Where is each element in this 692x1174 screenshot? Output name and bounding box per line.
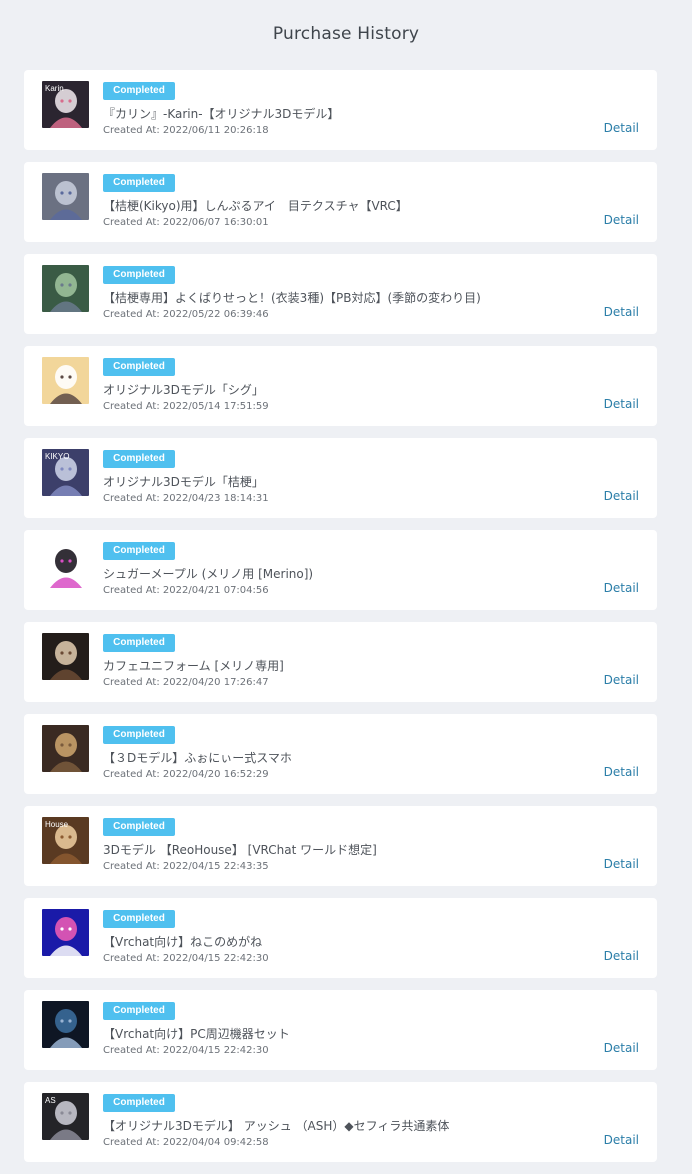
item-title: 【Vrchat向け】ねこのめがね [103, 935, 263, 949]
status-badge: Completed [103, 82, 175, 100]
item-title: 【オリジナル3Dモデル】 アッシュ （ASH）◆セフィラ共通素体 [103, 1119, 450, 1133]
status-badge: Completed [103, 1094, 175, 1112]
item-title: オリジナル3Dモデル「桔梗」 [103, 475, 264, 489]
purchase-card: Karin Completed 『カリン』-Karin-【オリジナル3Dモデル】 Cr… [24, 70, 657, 150]
created-at: Created At: 2022/04/04 09:42:58 [103, 1137, 269, 1148]
detail-link[interactable]: Detail [604, 580, 639, 596]
status-badge: Completed [103, 1002, 175, 1020]
created-at: Created At: 2022/05/22 06:39:46 [103, 309, 269, 320]
created-at: Created At: 2022/04/23 18:14:31 [103, 493, 269, 504]
created-at: Created At: 2022/06/11 20:26:18 [103, 125, 269, 136]
purchase-card: AS Completed 【オリジナル3Dモデル】 アッシュ （ASH）◆セフィラ共… [24, 1082, 657, 1162]
sugar-maple-thumbnail[interactable] [42, 541, 89, 588]
purchase-card: Completed オリジナル3Dモデル「シグ」 Created At: 2022/… [24, 346, 657, 426]
purchase-card: Completed 【桔梗(Kikyo)用】しんぷるアイ 目テクスチャ【VRC】 C… [24, 162, 657, 242]
status-badge: Completed [103, 266, 175, 284]
item-title: 『カリン』-Karin-【オリジナル3Dモデル】 [103, 107, 340, 121]
item-title: 【３Dモデル】ふぉにぃー式スマホ [103, 751, 292, 765]
status-badge: Completed [103, 910, 175, 928]
created-at: Created At: 2022/04/20 17:26:47 [103, 677, 269, 688]
purchase-card: Completed カフェユニフォーム [メリノ専用] Created At: 20… [24, 622, 657, 702]
detail-link[interactable]: Detail [604, 488, 639, 504]
thumbnail-caption: KIKYO [45, 452, 69, 461]
created-at: Created At: 2022/04/15 22:43:35 [103, 861, 269, 872]
status-badge: Completed [103, 818, 175, 836]
created-at: Created At: 2022/04/20 16:52:29 [103, 769, 269, 780]
created-at: Created At: 2022/05/14 17:51:59 [103, 401, 269, 412]
item-title: カフェユニフォーム [メリノ専用] [103, 659, 284, 673]
status-badge: Completed [103, 174, 175, 192]
created-at: Created At: 2022/06/07 16:30:01 [103, 217, 269, 228]
page-title: Purchase History [272, 24, 420, 44]
status-badge: Completed [103, 726, 175, 744]
detail-link[interactable]: Detail [604, 948, 639, 964]
status-badge: Completed [103, 450, 175, 468]
detail-link[interactable]: Detail [604, 120, 639, 136]
detail-link[interactable]: Detail [604, 1040, 639, 1056]
created-at: Created At: 2022/04/15 22:42:30 [103, 953, 269, 964]
purchase-card: Completed 【桔梗専用】よくばりせっと！(衣装3種)【PB対応】(季節の変… [24, 254, 657, 334]
status-badge: Completed [103, 542, 175, 560]
thumbnail-caption: AS [45, 1096, 56, 1105]
purchase-card: House Completed 3Dモデル 【ReoHouse】 [VRChat ワ… [24, 806, 657, 886]
sig-model-thumbnail[interactable] [42, 357, 89, 404]
purchase-list: Karin Completed 『カリン』-Karin-【オリジナル3Dモデル】 Cr… [24, 70, 657, 1174]
cafe-uniform-thumbnail[interactable] [42, 633, 89, 680]
detail-link[interactable]: Detail [604, 856, 639, 872]
thumbnail-caption: Karin [45, 84, 64, 93]
item-title: 【Vrchat向け】PC周辺機器セット [103, 1027, 290, 1041]
detail-link[interactable]: Detail [604, 212, 639, 228]
item-title: 【桔梗専用】よくばりせっと！(衣装3種)【PB対応】(季節の変わり目) [103, 291, 481, 305]
created-at: Created At: 2022/04/21 07:04:56 [103, 585, 269, 596]
item-title: 3Dモデル 【ReoHouse】 [VRChat ワールド想定] [103, 843, 377, 857]
detail-link[interactable]: Detail [604, 396, 639, 412]
outfit-set-thumbnail[interactable] [42, 265, 89, 312]
purchase-card: Completed シュガーメープル (メリノ用 [Merino]) Created… [24, 530, 657, 610]
item-title: オリジナル3Dモデル「シグ」 [103, 383, 264, 397]
detail-link[interactable]: Detail [604, 764, 639, 780]
pc-peripherals-thumbnail[interactable] [42, 1001, 89, 1048]
purchase-card: Completed 【Vrchat向け】PC周辺機器セット Created At: … [24, 990, 657, 1070]
smartphone-thumbnail[interactable] [42, 725, 89, 772]
purchase-card: Completed 【３Dモデル】ふぉにぃー式スマホ Created At: 202… [24, 714, 657, 794]
status-badge: Completed [103, 358, 175, 376]
reohouse-thumbnail[interactable]: House [42, 817, 89, 864]
purchase-card: Completed 【Vrchat向け】ねこのめがね Created At: 202… [24, 898, 657, 978]
item-title: 【桔梗(Kikyo)用】しんぷるアイ 目テクスチャ【VRC】 [103, 199, 408, 213]
cat-glasses-thumbnail[interactable] [42, 909, 89, 956]
ash-model-thumbnail[interactable]: AS [42, 1093, 89, 1140]
thumbnail-caption: House [45, 820, 69, 829]
status-badge: Completed [103, 634, 175, 652]
purchase-card: KIKYO Completed オリジナル3Dモデル「桔梗」 Created At: … [24, 438, 657, 518]
eye-texture-thumbnail[interactable] [42, 173, 89, 220]
item-title: シュガーメープル (メリノ用 [Merino]) [103, 567, 314, 581]
detail-link[interactable]: Detail [604, 304, 639, 320]
karin-avatar-thumbnail[interactable]: Karin [42, 81, 89, 128]
detail-link[interactable]: Detail [604, 1132, 639, 1148]
detail-link[interactable]: Detail [604, 672, 639, 688]
created-at: Created At: 2022/04/15 22:42:30 [103, 1045, 269, 1056]
kikyo-model-thumbnail[interactable]: KIKYO [42, 449, 89, 496]
